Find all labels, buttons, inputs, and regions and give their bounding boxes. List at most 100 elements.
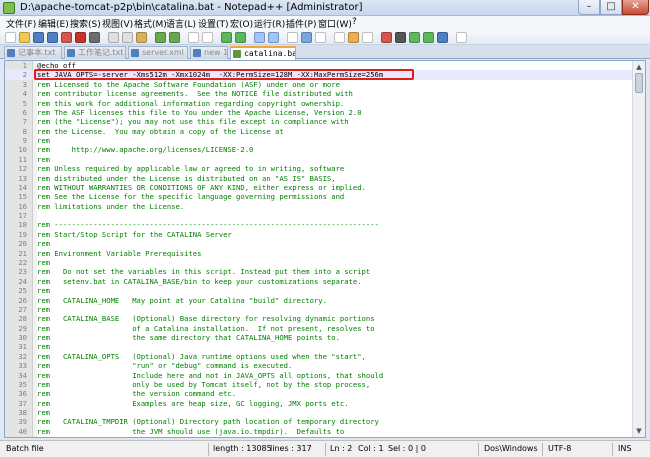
close-all-icon[interactable]	[75, 32, 86, 43]
code-line[interactable]: 16 rem limitations under the License.	[5, 202, 632, 211]
stop-macro-icon[interactable]	[395, 32, 406, 43]
spell-check-icon[interactable]	[456, 32, 467, 43]
file-icon	[131, 49, 139, 57]
new-file-icon[interactable]	[5, 32, 16, 43]
code-line[interactable]: 8 rem the License. You may obtain a copy …	[5, 127, 632, 136]
menu-help[interactable]: ?	[352, 17, 357, 27]
find-icon[interactable]	[188, 32, 199, 43]
scroll-down-icon[interactable]: ▼	[634, 426, 644, 436]
line-text: rem CATALINA_HOME May point at your Cata…	[37, 295, 327, 305]
code-line[interactable]: 36 rem the version command etc.	[5, 389, 632, 398]
tab-new-1[interactable]: new 1	[190, 46, 228, 59]
tab-work-notes[interactable]: 工作笔记.txt	[64, 46, 126, 59]
code-line[interactable]: 27 rem	[5, 305, 632, 314]
code-line[interactable]: 35 rem only be used by Tomcat itself, not…	[5, 380, 632, 389]
save-all-icon[interactable]	[47, 32, 58, 43]
code-line[interactable]: 18 rem ----------------------------------…	[5, 220, 632, 229]
save-macro-icon[interactable]	[437, 32, 448, 43]
code-line[interactable]: 17	[5, 211, 632, 220]
code-line[interactable]: 23 rem Do not set the variables in this s…	[5, 267, 632, 276]
menu-format[interactable]: 格式(M)	[134, 17, 167, 30]
open-file-icon[interactable]	[19, 32, 30, 43]
close-file-icon[interactable]	[61, 32, 72, 43]
menu-run[interactable]: 运行(R)	[254, 17, 285, 30]
menu-macro[interactable]: 宏(O)	[230, 17, 253, 30]
code-line[interactable]: 30 rem the same directory that CATALINA_H…	[5, 333, 632, 342]
folder-workspace-icon[interactable]	[362, 32, 373, 43]
zoom-out-icon[interactable]	[235, 32, 246, 43]
redo-icon[interactable]	[169, 32, 180, 43]
menu-view[interactable]: 视图(V)	[102, 17, 133, 30]
code-line[interactable]: 40 rem the JVM should use (java.io.tmpdir…	[5, 427, 632, 436]
menu-plugins[interactable]: 插件(P)	[286, 17, 316, 30]
code-line[interactable]: 24 rem setenv.bat in CATALINA_BASE/bin to…	[5, 277, 632, 286]
code-line[interactable]: 5 rem this work for additional informatio…	[5, 99, 632, 108]
code-line[interactable]: 34 rem Include here and not in JAVA_OPTS …	[5, 371, 632, 380]
code-line[interactable]: 32 rem CATALINA_OPTS (Optional) Java runt…	[5, 352, 632, 361]
code-line[interactable]: 9 rem	[5, 136, 632, 145]
status-divider	[208, 443, 209, 456]
scroll-up-icon[interactable]: ▲	[634, 62, 644, 72]
menu-window[interactable]: 窗口(W)	[318, 17, 352, 30]
vertical-scrollbar[interactable]: ▲ ▼	[632, 61, 645, 437]
run-macro-multiple-icon[interactable]	[423, 32, 434, 43]
code-line[interactable]: 14 rem WITHOUT WARRANTIES OR CONDITIONS O…	[5, 183, 632, 192]
code-line[interactable]: 21 rem Environment Variable Prerequisites	[5, 249, 632, 258]
tab-catalina-bat[interactable]: catalina.bat	[230, 46, 296, 60]
show-all-chars-icon[interactable]	[301, 32, 312, 43]
menu-language[interactable]: 语言(L)	[166, 17, 196, 30]
print-icon[interactable]	[89, 32, 100, 43]
code-line[interactable]: 33 rem "run" or "debug" command is execut…	[5, 361, 632, 370]
maximize-button[interactable]: □	[600, 0, 622, 15]
minimize-button[interactable]: –	[578, 0, 600, 15]
code-line[interactable]: 12 rem Unless required by applicable law …	[5, 164, 632, 173]
sync-vertical-icon[interactable]	[254, 32, 265, 43]
code-line[interactable]: 22 rem	[5, 258, 632, 267]
code-line[interactable]: 10 rem http://www.apache.org/licenses/LIC…	[5, 145, 632, 154]
function-list-icon[interactable]	[348, 32, 359, 43]
code-line[interactable]: 3 rem Licensed to the Apache Software Fou…	[5, 80, 632, 89]
tab-notes[interactable]: 记事本.txt	[4, 46, 62, 59]
code-line[interactable]: 29 rem of a Catalina installation. If not…	[5, 324, 632, 333]
code-line[interactable]: 4 rem contributor license agreements. See…	[5, 89, 632, 98]
scroll-thumb[interactable]	[635, 73, 643, 93]
menu-settings[interactable]: 设置(T)	[198, 17, 229, 30]
tab-server-xml[interactable]: server.xml	[128, 46, 188, 59]
code-line[interactable]: 19 rem Start/Stop Script for the CATALINA…	[5, 230, 632, 239]
indent-guide-icon[interactable]	[315, 32, 326, 43]
menu-search[interactable]: 搜索(S)	[70, 17, 101, 30]
code-line[interactable]: 13 rem distributed under the License is d…	[5, 174, 632, 183]
notepad-plus-icon	[3, 2, 15, 14]
line-text: rem setenv.bat in CATALINA_BASE/bin to k…	[37, 276, 362, 286]
code-line[interactable]: 11 rem	[5, 155, 632, 164]
record-macro-icon[interactable]	[381, 32, 392, 43]
sync-horizontal-icon[interactable]	[268, 32, 279, 43]
code-line[interactable]: 26 rem CATALINA_HOME May point at your Ca…	[5, 296, 632, 305]
code-line[interactable]: 20 rem	[5, 239, 632, 248]
editor-pane[interactable]: 1 @echo off 2 set JAVA_OPTS=-server -Xms512…	[4, 60, 646, 438]
code-line[interactable]: 28 rem CATALINA_BASE (Optional) Base dire…	[5, 314, 632, 323]
menu-file[interactable]: 文件(F)	[6, 17, 36, 30]
code-line[interactable]: 6 rem The ASF licenses this file to You u…	[5, 108, 632, 117]
word-wrap-icon[interactable]	[287, 32, 298, 43]
code-line[interactable]: 25 rem	[5, 286, 632, 295]
cut-icon[interactable]	[108, 32, 119, 43]
play-macro-icon[interactable]	[409, 32, 420, 43]
code-line[interactable]: 7 rem (the "License"); you may not use th…	[5, 117, 632, 126]
line-text: rem Start/Stop Script for the CATALINA S…	[37, 229, 232, 239]
line-text: rem CATALINA_BASE (Optional) Base direct…	[37, 314, 375, 324]
close-button[interactable]: ✕	[622, 0, 649, 15]
paste-icon[interactable]	[136, 32, 147, 43]
save-icon[interactable]	[33, 32, 44, 43]
code-line[interactable]: 15 rem See the License for the specific l…	[5, 192, 632, 201]
copy-icon[interactable]	[122, 32, 133, 43]
code-line[interactable]: 39 rem CATALINA_TMPDIR (Optional) Directo…	[5, 417, 632, 426]
undo-icon[interactable]	[155, 32, 166, 43]
code-line[interactable]: 31 rem	[5, 342, 632, 351]
zoom-in-icon[interactable]	[221, 32, 232, 43]
code-line[interactable]: 38 rem	[5, 408, 632, 417]
code-line[interactable]: 37 rem Examples are heap size, GC logging…	[5, 399, 632, 408]
menu-edit[interactable]: 编辑(E)	[38, 17, 69, 30]
replace-icon[interactable]	[202, 32, 213, 43]
document-map-icon[interactable]	[334, 32, 345, 43]
